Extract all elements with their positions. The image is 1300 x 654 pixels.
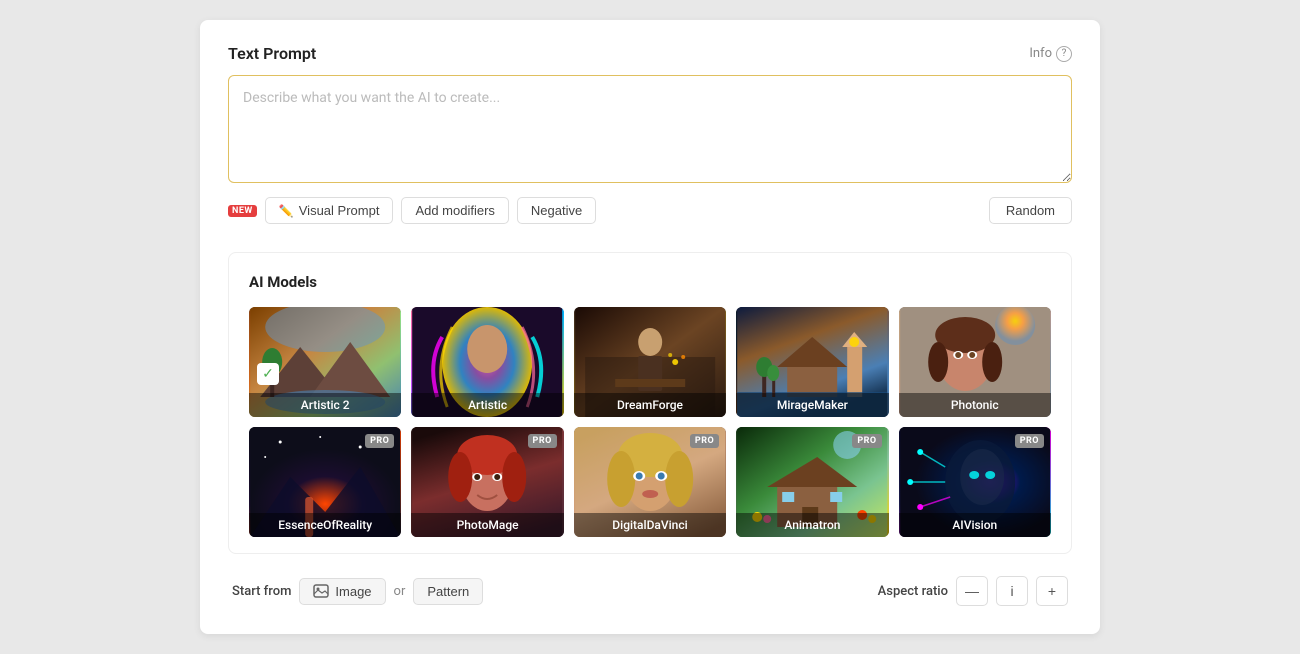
- or-text: or: [394, 584, 406, 599]
- visual-prompt-label: Visual Prompt: [299, 203, 380, 218]
- visual-prompt-button[interactable]: ✏️ Visual Prompt: [265, 197, 394, 224]
- pro-badge-digitaldavinci: PRO: [690, 434, 719, 448]
- section-header: Text Prompt Info ?: [228, 44, 1072, 63]
- prompt-textarea[interactable]: [228, 75, 1072, 183]
- new-badge: NEW: [228, 205, 257, 217]
- models-grid-row2: PRO EssenceOfReality: [249, 427, 1051, 537]
- bottom-bar: Start from Image or Pattern Aspect ratio…: [228, 576, 1072, 606]
- pencil-icon: ✏️: [279, 204, 294, 218]
- image-button[interactable]: Image: [299, 578, 385, 605]
- model-card-photomage[interactable]: PRO PhotoMage: [411, 427, 563, 537]
- ai-models-section: AI Models: [228, 252, 1072, 554]
- model-label-digitaldavinci: DigitalDaVinci: [574, 513, 726, 537]
- plus-icon: +: [1048, 583, 1056, 599]
- start-from-group: Start from Image or Pattern: [232, 578, 483, 605]
- negative-label: Negative: [531, 203, 582, 218]
- model-label-miragemaker: MirageMaker: [736, 393, 888, 417]
- pattern-button[interactable]: Pattern: [413, 578, 483, 605]
- info-icon: ?: [1056, 46, 1072, 62]
- pro-badge-photomage: PRO: [528, 434, 557, 448]
- model-label-dreamforge: DreamForge: [574, 393, 726, 417]
- image-icon: [313, 584, 329, 598]
- add-modifiers-button[interactable]: Add modifiers: [401, 197, 508, 224]
- aspect-ratio-value-button[interactable]: i: [996, 576, 1028, 606]
- model-card-animatron[interactable]: PRO Animatron: [736, 427, 888, 537]
- pro-badge-essenceofreality: PRO: [365, 434, 394, 448]
- random-button[interactable]: Random: [989, 197, 1072, 224]
- minus-icon: —: [965, 583, 979, 599]
- models-grid-row1: ✓ Artistic 2: [249, 307, 1051, 417]
- main-container: Text Prompt Info ? NEW ✏️ Visual Prompt …: [200, 20, 1100, 634]
- model-label-artistic: Artistic: [411, 393, 563, 417]
- info-label: Info: [1029, 46, 1052, 61]
- pro-badge-aivision: PRO: [1015, 434, 1044, 448]
- model-card-digitaldavinci[interactable]: PRO DigitalDaVinci: [574, 427, 726, 537]
- image-label: Image: [335, 584, 371, 599]
- model-label-aivision: AIVision: [899, 513, 1051, 537]
- add-modifiers-label: Add modifiers: [415, 203, 494, 218]
- model-card-aivision[interactable]: PRO AIVision: [899, 427, 1051, 537]
- aspect-plus-button[interactable]: +: [1036, 576, 1068, 606]
- ratio-icon: i: [1010, 583, 1013, 599]
- page-title: Text Prompt: [228, 44, 316, 63]
- pattern-label: Pattern: [427, 584, 469, 599]
- negative-button[interactable]: Negative: [517, 197, 596, 224]
- aspect-ratio-label: Aspect ratio: [878, 584, 948, 599]
- model-label-animatron: Animatron: [736, 513, 888, 537]
- pro-badge-animatron: PRO: [852, 434, 881, 448]
- random-label: Random: [1006, 203, 1055, 218]
- model-label-photomage: PhotoMage: [411, 513, 563, 537]
- model-card-essenceofreality[interactable]: PRO EssenceOfReality: [249, 427, 401, 537]
- model-card-artistic[interactable]: Artistic: [411, 307, 563, 417]
- info-button[interactable]: Info ?: [1029, 46, 1072, 62]
- model-card-photonic[interactable]: Photonic: [899, 307, 1051, 417]
- toolbar-left: NEW ✏️ Visual Prompt Add modifiers Negat…: [228, 197, 596, 224]
- model-card-artistic2[interactable]: ✓ Artistic 2: [249, 307, 401, 417]
- model-card-miragemaker[interactable]: MirageMaker: [736, 307, 888, 417]
- aspect-minus-button[interactable]: —: [956, 576, 988, 606]
- ai-models-title: AI Models: [249, 273, 1051, 291]
- aspect-ratio-group: Aspect ratio — i +: [878, 576, 1068, 606]
- selected-check-artistic2: ✓: [257, 363, 279, 385]
- model-label-artistic2: Artistic 2: [249, 393, 401, 417]
- model-label-essenceofreality: EssenceOfReality: [249, 513, 401, 537]
- model-card-dreamforge[interactable]: DreamForge: [574, 307, 726, 417]
- model-label-photonic: Photonic: [899, 393, 1051, 417]
- toolbar-row: NEW ✏️ Visual Prompt Add modifiers Negat…: [228, 197, 1072, 224]
- start-from-label: Start from: [232, 584, 291, 599]
